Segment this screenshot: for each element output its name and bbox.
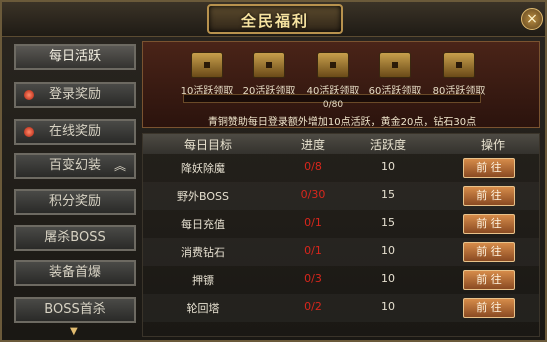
notification-dot-icon <box>24 127 34 137</box>
sidebar-item-outfit[interactable]: 百变幻装 ︽ <box>14 153 136 179</box>
window-title: 全民福利 <box>240 12 309 30</box>
table-row: 每日充值 0/1 15 前 往 <box>143 210 539 238</box>
treasure-chest-icon <box>191 52 223 78</box>
sidebar-item-boss-first-kill[interactable]: BOSS首杀 <box>14 297 136 323</box>
table-row: 轮回塔 0/2 10 前 往 <box>143 294 539 322</box>
goal-name: 降妖除魔 <box>181 162 225 175</box>
sidebar-item-label: BOSS首杀 <box>44 302 106 317</box>
table-row: 消费钻石 0/1 10 前 往 <box>143 238 539 266</box>
treasure-chest-icon <box>317 52 349 78</box>
table-header: 每日目标 进度 活跃度 操作 <box>143 134 539 154</box>
treasure-chest-icon <box>379 52 411 78</box>
close-icon[interactable]: × <box>521 8 543 30</box>
treasure-chest-icon <box>443 52 475 78</box>
goal-progress: 0/30 <box>300 188 326 201</box>
table-row: 降妖除魔 0/8 10 前 往 <box>143 154 539 182</box>
chevron-up-icon: ︽ <box>113 159 126 173</box>
sidebar-item-first-equip-drop[interactable]: 装备首爆 <box>14 260 136 286</box>
go-button[interactable]: 前 往 <box>463 214 515 234</box>
goal-progress: 0/1 <box>304 216 322 229</box>
treasure-chest-icon <box>253 52 285 78</box>
goal-name: 轮回塔 <box>186 302 220 315</box>
sidebar-item-label: 屠杀BOSS <box>44 230 106 245</box>
sidebar-item-label: 每日活跃 <box>48 49 101 64</box>
sidebar-item-label: 积分奖励 <box>48 194 101 209</box>
welfare-window: 全民福利 × 每日活跃 登录奖励 在线奖励 百变幻装 ︽ 积分奖励 屠杀BOSS… <box>0 0 547 342</box>
goal-name: 每日充值 <box>181 218 225 231</box>
reward-chest-40[interactable]: 40活跃领取 <box>303 52 363 97</box>
go-button[interactable]: 前 往 <box>463 298 515 318</box>
go-button[interactable]: 前 往 <box>463 242 515 262</box>
go-button[interactable]: 前 往 <box>463 270 515 290</box>
sidebar-item-slay-boss[interactable]: 屠杀BOSS <box>14 225 136 251</box>
reward-chest-20[interactable]: 20活跃领取 <box>239 52 299 97</box>
goal-points: 15 <box>381 188 395 201</box>
go-button[interactable]: 前 往 <box>463 186 515 206</box>
daily-goals-table: 每日目标 进度 活跃度 操作 降妖除魔 0/8 10 前 往 野外BOSS 0/… <box>142 133 540 337</box>
table-row: 押镖 0/3 10 前 往 <box>143 266 539 294</box>
header-points: 活跃度 <box>369 138 406 152</box>
scroll-down-icon[interactable]: ▼ <box>70 326 78 337</box>
progress-text: 0/80 <box>322 100 344 110</box>
reward-chest-80[interactable]: 80活跃领取 <box>429 52 489 97</box>
go-button[interactable]: 前 往 <box>463 158 515 178</box>
goal-points: 10 <box>381 244 395 257</box>
goal-name: 野外BOSS <box>177 190 229 203</box>
goal-progress: 0/8 <box>304 160 322 173</box>
title-plate: 全民福利 <box>207 4 343 34</box>
reward-chest-10[interactable]: 10活跃领取 <box>177 52 237 97</box>
goal-name: 消费钻石 <box>181 246 225 259</box>
goal-points: 10 <box>381 160 395 173</box>
goal-points: 15 <box>381 216 395 229</box>
goal-name: 押镖 <box>192 274 214 287</box>
sidebar-item-login-reward[interactable]: 登录奖励 <box>14 82 136 108</box>
goal-progress: 0/2 <box>304 300 322 313</box>
goal-progress: 0/3 <box>304 272 322 285</box>
sidebar-item-label: 登录奖励 <box>48 87 101 102</box>
sidebar: 每日活跃 登录奖励 在线奖励 百变幻装 ︽ 积分奖励 屠杀BOSS 装备首爆 B… <box>8 38 138 338</box>
reward-chest-60[interactable]: 60活跃领取 <box>365 52 425 97</box>
sidebar-item-label: 百变幻装 <box>48 158 101 173</box>
sidebar-item-online-reward[interactable]: 在线奖励 <box>14 119 136 145</box>
sidebar-item-label: 在线奖励 <box>48 124 101 139</box>
sponsor-tip: 青铜赞助每日登录额外增加10点活跃，黄金20点，钻石30点 <box>207 117 477 128</box>
title-bar: 全民福利 × <box>2 2 545 37</box>
sidebar-item-label: 装备首爆 <box>48 265 101 280</box>
table-row: 野外BOSS 0/30 15 前 往 <box>143 182 539 210</box>
goal-points: 10 <box>381 300 395 313</box>
header-action: 操作 <box>480 138 505 152</box>
sidebar-item-daily-activity[interactable]: 每日活跃 <box>14 44 136 70</box>
header-progress: 进度 <box>300 138 325 152</box>
notification-dot-icon <box>24 90 34 100</box>
header-goal: 每日目标 <box>183 138 232 152</box>
reward-panel: 10活跃领取 20活跃领取 40活跃领取 60活跃领取 80活跃领取 0/80 <box>142 41 540 128</box>
sidebar-item-points-reward[interactable]: 积分奖励 <box>14 189 136 215</box>
main-panel: 10活跃领取 20活跃领取 40活跃领取 60活跃领取 80活跃领取 0/80 <box>142 41 540 337</box>
goal-points: 10 <box>381 272 395 285</box>
goal-progress: 0/1 <box>304 244 322 257</box>
